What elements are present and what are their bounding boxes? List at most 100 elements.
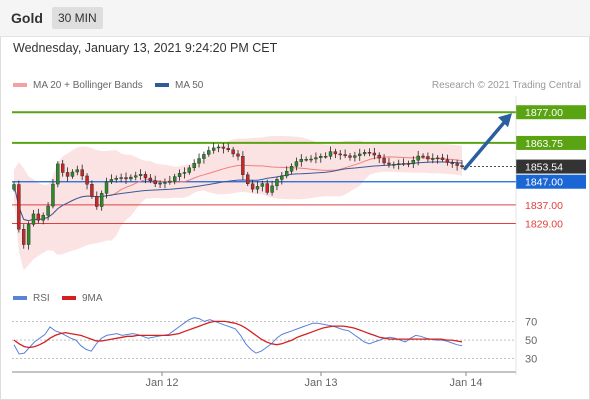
candle-body <box>143 174 148 179</box>
candle-body <box>90 184 94 197</box>
candle-body <box>70 171 75 177</box>
candle-body <box>246 174 250 185</box>
rsi-tick-label: 30 <box>525 354 537 366</box>
candle-body <box>226 148 230 150</box>
candle-body <box>455 163 459 166</box>
candle-body <box>36 213 41 221</box>
candle-body <box>421 155 425 158</box>
candle-body <box>207 150 211 155</box>
candle-body <box>129 176 133 180</box>
candle-body <box>377 154 381 159</box>
candle-body <box>299 159 304 162</box>
candle-body <box>236 153 240 157</box>
candle-body <box>304 159 308 161</box>
candle-body <box>46 205 50 216</box>
candle-body <box>187 167 192 173</box>
candle-body <box>177 173 182 177</box>
candle-body <box>294 161 299 167</box>
candle-body <box>99 193 104 207</box>
candle-body <box>114 178 118 180</box>
candle-body <box>17 184 21 230</box>
candle-body <box>80 169 84 177</box>
candle-body <box>75 169 80 173</box>
candle-body <box>138 174 143 176</box>
candle-body <box>319 156 323 158</box>
last-price-label: 1853.54 <box>525 162 563 174</box>
rsi-tick-label: 50 <box>525 335 537 347</box>
candle-body <box>12 184 16 190</box>
candle-body <box>411 159 416 165</box>
candle-body <box>362 152 367 155</box>
level-label-1847.00: 1847.00 <box>525 177 563 189</box>
candle-body <box>211 147 216 151</box>
candle-body <box>265 183 269 193</box>
candle-body <box>31 213 36 225</box>
candle-body <box>168 180 172 183</box>
candle-body <box>153 180 157 185</box>
candle-body <box>182 172 187 174</box>
candle-body <box>192 162 196 169</box>
level-label-1877.00: 1877.00 <box>525 107 563 119</box>
candle-body <box>309 158 313 161</box>
candle-body <box>367 152 372 154</box>
candle-body <box>119 177 123 179</box>
candle-body <box>426 156 430 160</box>
candle-body <box>95 196 99 207</box>
price-chart: 1877.00 1863.75 1847.00 1837.00 1829.00 1853.… <box>12 96 586 389</box>
candle-body <box>51 183 55 207</box>
candle-body <box>440 157 445 160</box>
level-label-1837.00: 1837.00 <box>525 200 563 212</box>
candle-body <box>56 163 60 185</box>
candle-body <box>163 182 167 184</box>
candle-body <box>289 166 294 172</box>
level-label-1829.00: 1829.00 <box>525 218 563 230</box>
candle-body <box>348 155 352 158</box>
candle-body <box>134 175 138 178</box>
candle-body <box>104 181 109 194</box>
candle-body <box>22 229 26 245</box>
candle-body <box>280 175 284 180</box>
candle-body <box>396 163 401 165</box>
x-tick-label: Jan 12 <box>145 377 178 389</box>
candle-body <box>221 146 226 149</box>
level-label-1863.75: 1863.75 <box>525 138 563 150</box>
candle-body <box>255 186 260 190</box>
candle-body <box>284 171 289 177</box>
projection-arrow <box>463 118 508 171</box>
candle-body <box>231 149 235 155</box>
candle-body <box>60 163 65 173</box>
candle-body <box>65 172 70 177</box>
rsi-9ma-line <box>13 320 463 349</box>
candle-body <box>416 155 420 161</box>
candle-body <box>387 162 391 165</box>
candle-body <box>333 151 338 155</box>
candle-body <box>401 163 406 165</box>
candle-body <box>445 159 450 163</box>
candle-body <box>406 163 411 165</box>
candle-body <box>372 152 377 156</box>
candle-body <box>392 164 396 166</box>
candle-body <box>338 153 342 156</box>
candle-body <box>328 151 333 157</box>
candle-body <box>85 175 89 185</box>
x-tick-label: Jan 14 <box>449 377 482 389</box>
candle-body <box>197 158 201 164</box>
candle-body <box>260 183 265 187</box>
candle-body <box>26 224 31 245</box>
candle-body <box>323 156 328 158</box>
candle-body <box>202 154 206 159</box>
candle-body <box>124 177 128 180</box>
candle-body <box>435 157 440 160</box>
candle-body <box>41 215 45 221</box>
candle-body <box>353 155 357 158</box>
candle-body <box>343 154 347 156</box>
candle-body <box>275 179 279 187</box>
candle-body <box>270 185 274 193</box>
candle-body <box>216 146 221 149</box>
candle-body <box>172 176 177 182</box>
candle-body <box>450 162 454 164</box>
candle-body <box>148 177 153 182</box>
candle-body <box>431 158 435 160</box>
candle-body <box>241 156 245 175</box>
x-tick-label: Jan 13 <box>304 377 337 389</box>
